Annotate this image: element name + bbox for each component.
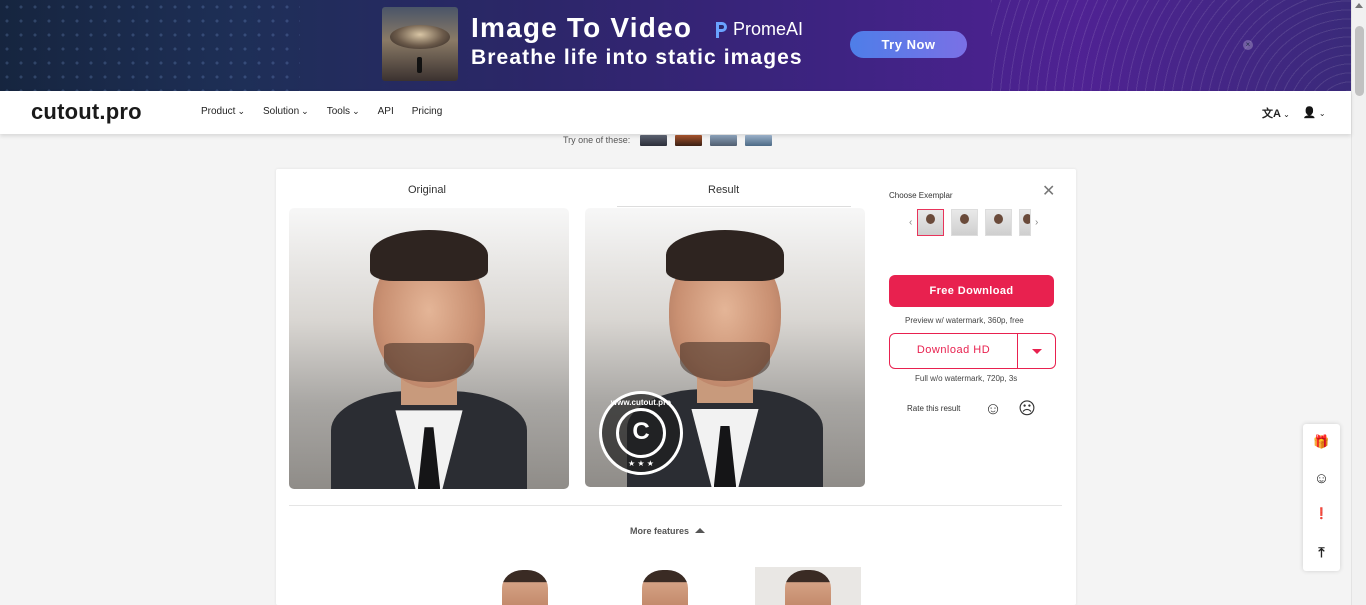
chevron-left-icon[interactable]: ‹ [909, 217, 917, 228]
watermark-url: www.cutout.pro [610, 398, 672, 407]
feature-preview-2[interactable] [615, 567, 715, 605]
result-divider [617, 206, 851, 207]
free-download-hint: Preview w/ watermark, 360p, free [905, 316, 1024, 325]
nav-item-product[interactable]: Product ⌄ [201, 106, 245, 117]
chevron-down-icon: ⌄ [352, 106, 360, 116]
banner-dots-decoration [0, 0, 300, 91]
chevron-down-icon: ⌄ [301, 106, 309, 116]
feature-preview-1[interactable] [475, 567, 575, 605]
watermark-letter: C [632, 418, 650, 445]
caret-down-icon [1031, 348, 1042, 354]
promeai-logo-icon [716, 21, 727, 38]
caret-up-icon [695, 528, 706, 533]
frown-icon[interactable]: ☹ [1018, 400, 1036, 418]
smile-icon[interactable]: ☺ [984, 400, 1002, 418]
close-icon[interactable]: ✕ [1042, 181, 1055, 201]
chevron-down-icon: ⌄ [237, 106, 246, 116]
page-scrollbar[interactable] [1351, 0, 1366, 605]
nav-right-tools: 文A ⌄ 👤 ⌄ [1262, 105, 1326, 121]
exemplar-3[interactable] [985, 209, 1012, 236]
exemplar-2[interactable] [951, 209, 978, 236]
rate-result-label: Rate this result [907, 404, 961, 413]
spaceship-image [390, 25, 450, 49]
scrollbar-thumb[interactable] [1355, 26, 1364, 96]
feature-preview-3[interactable] [755, 567, 861, 605]
result-label: Result [708, 184, 740, 196]
exemplar-1[interactable] [917, 209, 944, 236]
download-hd-button[interactable]: Download HD [889, 333, 1056, 369]
support-icon[interactable]: ☺ [1303, 470, 1340, 487]
nav-item-api[interactable]: API [378, 106, 394, 117]
sample-image-1[interactable] [640, 134, 668, 146]
banner-close-icon[interactable]: × [1243, 40, 1253, 50]
back-to-top-icon[interactable]: ⤒ [1303, 544, 1340, 561]
nav-item-tools[interactable]: Tools ⌄ [327, 106, 360, 117]
banner-waves-decoration [991, 0, 1351, 91]
choose-exemplar-label: Choose Exemplar [889, 191, 953, 200]
top-navbar: cutout.pro Product ⌄ Solution ⌄ Tools ⌄ API… [0, 91, 1351, 134]
sample-image-3[interactable] [710, 134, 738, 146]
watermark-stars: ★ ★ ★ [628, 459, 654, 468]
gift-icon[interactable]: 🎁 [1303, 434, 1340, 450]
download-hd-hint: Full w/o watermark, 720p, 3s [915, 374, 1018, 383]
nav-item-pricing[interactable]: Pricing [412, 106, 443, 117]
download-options-dropdown[interactable] [1017, 334, 1055, 368]
original-image [289, 208, 569, 489]
figure-image [417, 57, 422, 73]
section-divider [289, 505, 1062, 506]
exemplar-carousel: ‹ › [909, 209, 1043, 236]
sample-image-2[interactable] [675, 134, 703, 146]
free-download-button[interactable]: Free Download [889, 275, 1054, 307]
chevron-down-icon: ⌄ [1280, 110, 1290, 119]
banner-brand: PromeAI [713, 19, 803, 40]
site-logo[interactable]: cutout.pro [31, 99, 142, 125]
try-now-button[interactable]: Try Now [850, 31, 967, 58]
nav-menu: Product ⌄ Solution ⌄ Tools ⌄ API Pricing [201, 106, 460, 117]
banner-title: Image To Video [471, 12, 693, 43]
chevron-right-icon[interactable]: › [1035, 217, 1043, 228]
more-features-toggle[interactable]: More features [630, 526, 706, 536]
sample-image-4[interactable] [745, 134, 773, 146]
floating-toolbar: 🎁 ☺ ❗ ⤒ [1303, 424, 1340, 571]
user-icon[interactable]: 👤 ⌄ [1303, 105, 1326, 121]
download-hd-label[interactable]: Download HD [890, 334, 1017, 368]
language-icon[interactable]: 文A ⌄ [1262, 105, 1290, 121]
try-one-label: Try one of these: [563, 135, 631, 145]
scroll-up-icon[interactable] [1355, 3, 1363, 8]
nav-item-solution[interactable]: Solution ⌄ [263, 106, 309, 117]
original-label: Original [408, 184, 446, 196]
feedback-icon[interactable]: ❗ [1303, 507, 1340, 520]
watermark-stamp: www.cutout.pro C ★ ★ ★ [599, 391, 683, 475]
result-image: www.cutout.pro C ★ ★ ★ [585, 208, 865, 487]
chevron-down-icon: ⌄ [1316, 109, 1326, 118]
promo-banner[interactable]: Image To Video PromeAI Breathe life into… [0, 0, 1351, 91]
banner-brand-name: PromeAI [733, 19, 804, 39]
banner-image [382, 7, 458, 81]
exemplar-4[interactable] [1019, 209, 1031, 236]
banner-subtitle: Breathe life into static images [471, 46, 803, 69]
sample-images-row: Try one of these: [563, 134, 780, 146]
